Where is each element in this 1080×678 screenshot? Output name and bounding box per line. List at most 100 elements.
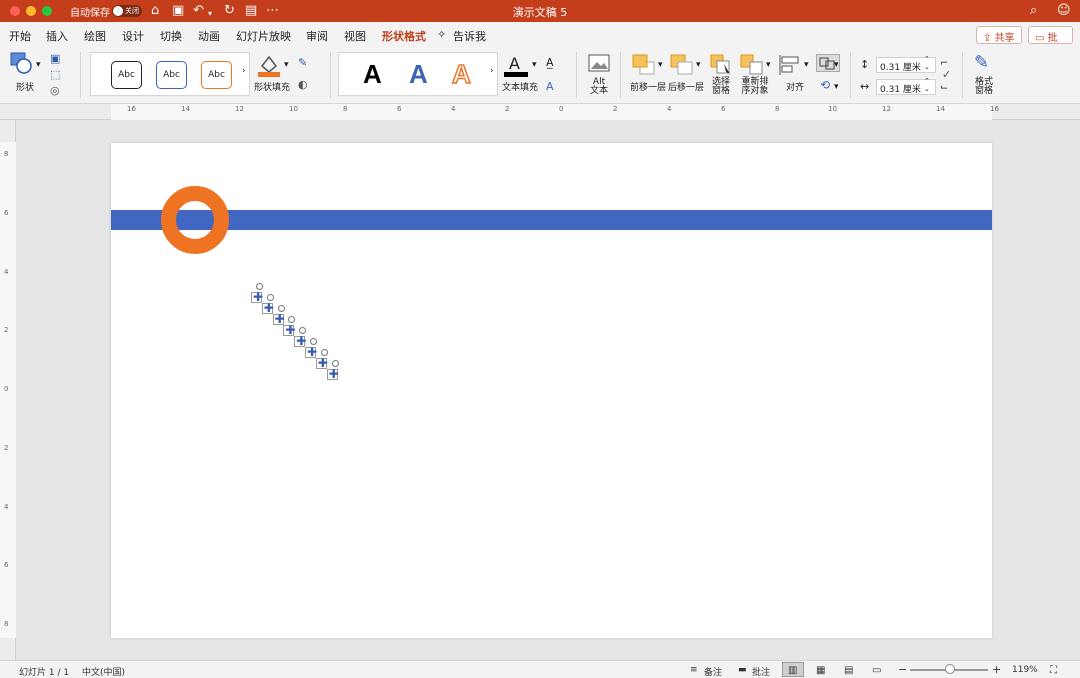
wordart-more-icon[interactable]: ›	[490, 66, 494, 76]
shape-fill-icon[interactable]	[258, 52, 280, 78]
shape-style-dark[interactable]: Abc	[111, 61, 142, 89]
ruler-tick-label: 14	[936, 105, 945, 113]
save-icon[interactable]: ▣	[172, 3, 184, 19]
wordart-black[interactable]: A	[363, 59, 382, 90]
shape-fill-dropdown-icon[interactable]: ▾	[284, 60, 289, 70]
text-outline-icon[interactable]: A̲	[546, 56, 554, 69]
tab-shape-format[interactable]: 形状格式	[382, 28, 426, 49]
blue-bar-shape[interactable]	[111, 210, 992, 230]
crop-corner-icon[interactable]: ⌙	[940, 82, 948, 93]
ribbon-separator	[80, 52, 81, 98]
ruler-tick-label: 2	[505, 105, 510, 113]
slide[interactable]: ✚ ✚ ✚ ✚ ✚ ✚ ✚ ✚	[111, 143, 992, 638]
text-fill-dropdown-icon[interactable]: ▾	[532, 60, 537, 70]
shape-style-orange[interactable]: Abc	[201, 61, 232, 89]
selected-shape-handle[interactable]: ✚	[326, 360, 345, 381]
rotation-handle-icon[interactable]	[288, 316, 296, 323]
notes-button[interactable]: 备注	[704, 665, 722, 678]
clipboard-icon[interactable]: ▤	[245, 3, 257, 19]
lock-aspect-icon[interactable]: ✓	[942, 68, 951, 81]
rotate-icon[interactable]: ⟲	[820, 78, 830, 92]
wordart-blue[interactable]: A	[409, 59, 428, 90]
wordart-orange-outline[interactable]: A	[451, 58, 471, 90]
shape-effects-icon[interactable]: ◐	[298, 78, 308, 91]
home-icon[interactable]: ⌂	[151, 3, 159, 19]
account-icon[interactable]: ☺	[1057, 3, 1071, 19]
tab-transitions[interactable]: 切换	[160, 28, 182, 44]
horizontal-ruler[interactable]: 16 14 12 10 8 6 4 2 0 2 4 6 8 10 12 14 16	[0, 104, 1080, 120]
rotation-handle-icon[interactable]	[299, 327, 307, 334]
align-dropdown-icon[interactable]: ▾	[804, 60, 809, 70]
more-icon[interactable]: ⋯	[266, 3, 279, 19]
zoom-level[interactable]: 119%	[1012, 665, 1038, 675]
text-effects-icon[interactable]: A	[546, 80, 554, 93]
shape-outline-icon[interactable]: ✎	[298, 56, 307, 69]
rotate-dropdown-icon[interactable]: ▾	[834, 82, 839, 92]
comments-button[interactable]: ▭ 批注	[1028, 26, 1073, 59]
slideshow-icon[interactable]: ▭	[872, 665, 881, 676]
share-button[interactable]: ⇪ 共享	[976, 26, 1022, 44]
autosave-toggle[interactable]: 关闭	[112, 5, 142, 17]
rotation-handle-icon[interactable]	[277, 305, 285, 312]
tab-draw[interactable]: 绘图	[84, 28, 106, 44]
zoom-out-icon[interactable]: −	[898, 663, 907, 676]
orange-ring-shape[interactable]	[161, 186, 229, 254]
zoom-slider-thumb[interactable]	[945, 664, 955, 674]
styles-more-icon[interactable]: ›	[242, 66, 246, 76]
ruler-tick-label: 12	[882, 105, 891, 113]
shape-style-blue[interactable]: Abc	[156, 61, 187, 89]
maximize-window-button[interactable]	[42, 6, 52, 16]
reading-view-icon[interactable]: ▤	[844, 665, 853, 676]
undo-dropdown-icon[interactable]: ▾	[208, 6, 212, 22]
tab-review[interactable]: 审阅	[306, 28, 328, 44]
horizontal-ruler-scale: 16 14 12 10 8 6 4 2 0 2 4 6 8 10 12 14 16	[111, 104, 999, 120]
shapes-dropdown-icon[interactable]: ▾	[36, 60, 41, 70]
text-box-icon[interactable]: ▣	[50, 52, 60, 65]
group-dropdown-icon[interactable]: ▾	[834, 60, 839, 70]
tab-tell-me[interactable]: 告诉我	[453, 28, 486, 44]
rotation-handle-icon[interactable]	[310, 338, 317, 345]
merge-shapes-icon[interactable]: ◎	[50, 84, 60, 97]
redo-icon[interactable]: ↻	[224, 3, 235, 19]
text-fill-icon[interactable]: A	[503, 54, 529, 78]
ribbon-separator	[620, 52, 621, 98]
align-icon[interactable]	[778, 54, 802, 76]
tab-view[interactable]: 视图	[344, 28, 366, 44]
edit-shape-icon[interactable]: ⬚	[50, 68, 60, 81]
tab-insert[interactable]: 插入	[46, 28, 68, 44]
shapes-label: 形状	[16, 83, 35, 93]
search-icon[interactable]: ⌕	[1030, 3, 1037, 19]
tab-slideshow[interactable]: 幻灯片放映	[236, 28, 291, 44]
bring-forward-dropdown-icon[interactable]: ▾	[658, 60, 663, 70]
undo-icon[interactable]: ↶	[193, 3, 204, 19]
tab-home[interactable]: 开始	[9, 28, 31, 44]
rotation-handle-icon[interactable]	[320, 349, 328, 356]
send-backward-icon[interactable]	[670, 54, 694, 76]
send-backward-dropdown-icon[interactable]: ▾	[696, 60, 701, 70]
alt-text-icon[interactable]	[588, 54, 610, 74]
format-pane-icon[interactable]: ✎	[974, 52, 989, 73]
width-stepper-icon[interactable]: ⌃ ⌄	[924, 77, 930, 93]
selection-pane-icon[interactable]	[710, 54, 732, 76]
rotation-handle-icon[interactable]	[331, 360, 339, 367]
minimize-window-button[interactable]	[26, 6, 36, 16]
tab-animations[interactable]: 动画	[198, 28, 220, 44]
slide-sorter-icon[interactable]: ▦	[816, 665, 825, 676]
vertical-ruler[interactable]: 8 6 4 2 0 2 4 6 8	[0, 120, 16, 660]
close-window-button[interactable]	[10, 6, 20, 16]
rotation-handle-icon[interactable]	[256, 283, 263, 290]
ruler-tick-label: 6	[721, 105, 726, 113]
shapes-icon[interactable]	[10, 52, 32, 74]
reorder-dropdown-icon[interactable]: ▾	[766, 60, 771, 70]
reorder-objects-icon[interactable]	[740, 54, 764, 76]
tab-design[interactable]: 设计	[122, 28, 144, 44]
bring-forward-icon[interactable]	[632, 54, 656, 76]
comments-status-button[interactable]: 批注	[752, 665, 770, 678]
zoom-in-icon[interactable]: +	[992, 663, 1001, 676]
width-icon: ↔	[860, 80, 870, 93]
language-indicator[interactable]: 中文(中国)	[82, 665, 125, 678]
comments-status-icon: ▬	[738, 665, 747, 675]
rotation-handle-icon[interactable]	[266, 294, 274, 301]
fit-to-window-icon[interactable]: ⛶	[1050, 665, 1057, 676]
height-stepper-icon[interactable]: ⌃ ⌄	[924, 55, 930, 71]
